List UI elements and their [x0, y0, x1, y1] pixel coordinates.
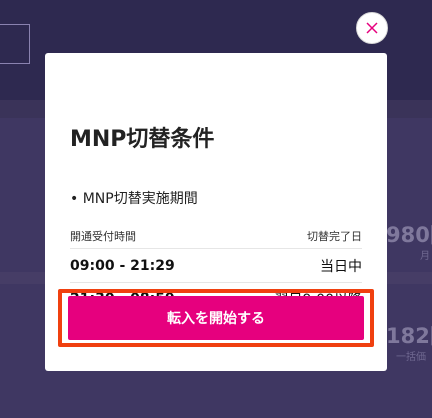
column-header-completion-date: 切替完了日 — [307, 230, 362, 243]
background-price: 182円 — [386, 324, 432, 348]
table-cell-completion: 当日中 — [320, 259, 362, 275]
start-transfer-button[interactable]: 転入を開始する — [68, 296, 364, 340]
close-x-icon — [366, 22, 378, 34]
background-price-unit: 月 — [420, 251, 430, 262]
mnp-conditions-modal: MNP切替条件 • MNP切替実施期間 開通受付時間 切替完了日 09:00 -… — [45, 53, 387, 371]
table-cell-time: 09:00 - 21:29 — [70, 258, 175, 274]
background-price-unit: 一括価 — [396, 352, 426, 363]
period-heading: • MNP切替実施期間 — [70, 191, 198, 207]
close-button[interactable] — [356, 12, 388, 44]
background-price: 980円 — [386, 223, 432, 247]
column-header-reception-time: 開通受付時間 — [70, 230, 136, 243]
modal-title: MNP切替条件 — [70, 127, 215, 152]
table-divider — [70, 248, 362, 249]
background-header-box — [0, 24, 30, 64]
table-divider — [70, 282, 362, 283]
